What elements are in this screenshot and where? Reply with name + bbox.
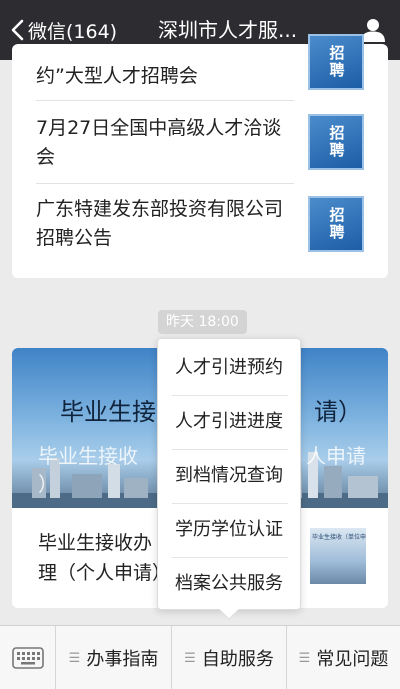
thumbnail-text: 招聘 — [327, 45, 346, 79]
banner-subtitle-line2: ） — [38, 472, 58, 496]
banner-subtitle-tail: 人申请 — [306, 444, 366, 468]
article-title: 毕业生接收办理（个人申请） — [38, 532, 172, 584]
menu-lines-icon: ☰ — [68, 650, 81, 666]
thumbnail-caption: 毕业生接收（单位申 — [312, 534, 367, 541]
news-item-title: 广东特建发东部投资有限公司招聘公告 — [36, 198, 284, 249]
menu-item-talent-progress[interactable]: 人才引进进度 — [158, 395, 300, 449]
divider — [36, 183, 294, 184]
menu-item-talent-appointment[interactable]: 人才引进预约 — [158, 341, 300, 395]
message-timestamp: 昨天 18:00 — [158, 310, 247, 334]
service-popup-menu: 人才引进预约 人才引进进度 到档情况查询 学历学位认证 档案公共服务 — [157, 338, 301, 620]
back-label: 微信(164) — [28, 20, 118, 43]
news-card: 约”大型人才招聘会 招聘 7月27日全国中高级人才洽谈会 招聘 广东特建发东部投… — [12, 34, 388, 278]
bottom-menu-bar: ☰ 办事指南 ☰ 自助服务 ☰ 常见问题 — [0, 625, 400, 689]
keyboard-icon — [11, 647, 44, 669]
nav-label: 常见问题 — [316, 649, 389, 670]
chevron-left-icon — [11, 19, 24, 41]
banner-title-tail: 请） — [314, 398, 362, 426]
news-item-title: 约”大型人才招聘会 — [36, 65, 198, 87]
nav-label: 办事指南 — [86, 649, 159, 670]
menu-item-degree-verification[interactable]: 学历学位认证 — [158, 503, 300, 557]
menu-item-archive-arrival-query[interactable]: 到档情况查询 — [158, 449, 300, 503]
nav-self-service-button[interactable]: ☰ 自助服务 — [172, 626, 287, 689]
news-thumbnail: 招聘 — [308, 196, 364, 252]
news-thumbnail: 招聘 — [308, 114, 364, 170]
nav-label: 自助服务 — [201, 649, 274, 670]
nav-faq-button[interactable]: ☰ 常见问题 — [287, 626, 400, 689]
banner-subtitle: 毕业生接收 — [38, 444, 138, 468]
news-thumbnail: 招聘 — [308, 34, 364, 90]
menu-lines-icon: ☰ — [184, 650, 196, 666]
nav-guide-button[interactable]: ☰ 办事指南 — [56, 626, 172, 689]
news-item-title: 7月27日全国中高级人才洽谈会 — [36, 117, 282, 168]
thumbnail-text: 招聘 — [327, 125, 346, 159]
article-thumbnail: 毕业生接收（单位申 — [310, 528, 366, 584]
divider — [36, 100, 294, 101]
menu-lines-icon: ☰ — [298, 650, 311, 666]
back-button[interactable]: 微信(164) — [10, 17, 150, 44]
keyboard-toggle-button[interactable] — [0, 626, 56, 689]
banner-title: 毕业生接 — [60, 398, 156, 426]
thumbnail-text: 招聘 — [327, 207, 346, 241]
